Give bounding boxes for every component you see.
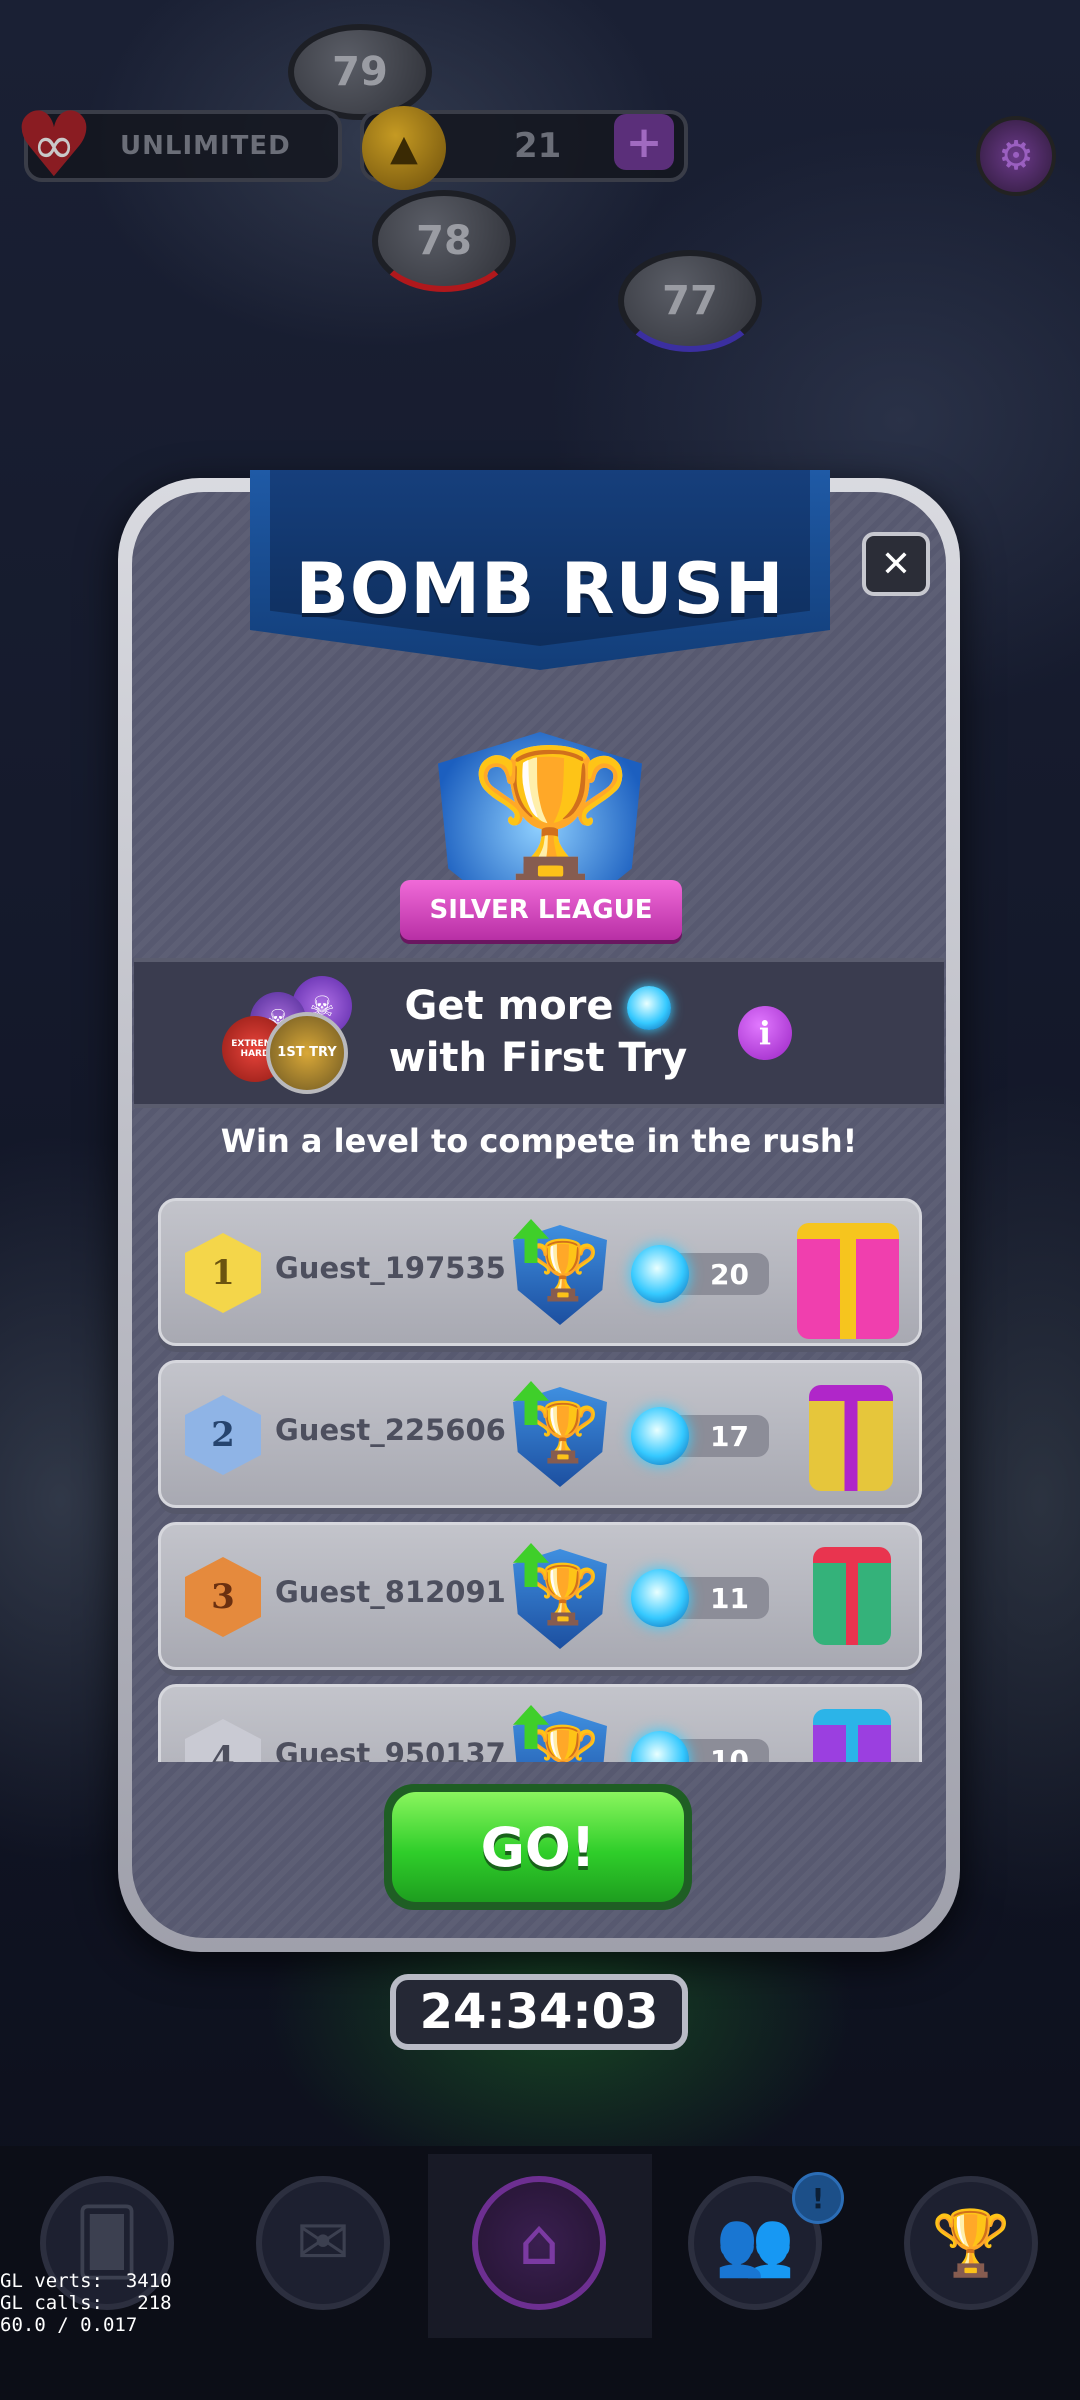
silver-trophy-icon: 🏆 — [470, 739, 632, 891]
heart-icon: ♥ ∞ — [0, 101, 108, 191]
leaderboard[interactable]: 1 Guest_197535 🏆 20 2 Guest_225606 🏆 17 … — [158, 1198, 922, 1762]
event-timer: 24:34:03 — [390, 1974, 688, 2050]
blue-orb-icon — [627, 986, 672, 1030]
infinity-icon: ∞ — [32, 116, 76, 176]
leaderboard-row: 1 Guest_197535 🏆 20 — [158, 1198, 922, 1346]
close-button[interactable]: ✕ — [862, 532, 930, 596]
debug-line: GL verts: 3410 — [0, 2270, 172, 2292]
level-node-78[interactable]: 78 — [372, 190, 516, 292]
lives-label: UNLIMITED — [120, 131, 291, 161]
leaderboard-row: 2 Guest_225606 🏆 17 — [158, 1360, 922, 1508]
rank-badge: 3 — [185, 1557, 261, 1637]
rank-badge: 1 — [185, 1233, 261, 1313]
rank-badge: 2 — [185, 1395, 261, 1475]
badge-cluster: ☠ ☠ EXTREME HARD 1ST TRY — [222, 976, 352, 1094]
gift-icon — [813, 1709, 891, 1762]
blue-orb-icon — [631, 1245, 689, 1303]
coin-icon: ▲ — [362, 106, 446, 190]
player-name: Guest_812091 — [275, 1575, 506, 1609]
first-try-text: Get more with First Try — [378, 980, 698, 1084]
debug-line: 60.0 / 0.017 — [0, 2314, 138, 2336]
go-button-label: GO! — [392, 1792, 684, 1902]
league-ribbon: SILVER LEAGUE — [400, 880, 682, 940]
dialog-subtitle: Win a level to compete in the rush! — [220, 1122, 858, 1160]
info-button[interactable]: i — [738, 1006, 792, 1060]
nav-home-icon[interactable]: ⌂ — [472, 2176, 606, 2310]
gold-cup-icon: 🏆 — [527, 1722, 600, 1762]
go-button[interactable]: GO! — [384, 1784, 692, 1910]
first-try-badge-icon: 1ST TRY — [266, 1012, 348, 1094]
nav-trophy-icon[interactable]: 🏆 — [904, 2176, 1038, 2310]
gold-cup-icon: 🏆 — [527, 1398, 600, 1466]
blue-orb-icon — [631, 1569, 689, 1627]
notification-badge: ! — [792, 2172, 844, 2224]
level-node-77[interactable]: 77 — [618, 250, 762, 352]
first-try-line-1: Get more — [378, 980, 698, 1032]
debug-line: GL calls: 218 — [0, 2292, 172, 2314]
debug-overlay: GL verts: 3410 GL calls: 218 60.0 / 0.017 — [0, 2270, 172, 2336]
nav-mail-icon[interactable]: ✉ — [256, 2176, 390, 2310]
first-try-badge-text: 1ST TRY — [277, 1045, 337, 1060]
gift-icon — [813, 1547, 891, 1645]
gold-cup-icon: 🏆 — [527, 1560, 600, 1628]
add-coins-button[interactable]: + — [614, 114, 674, 170]
leaderboard-row: 4 Guest_950137 🏆 10 — [158, 1684, 922, 1762]
blue-orb-icon — [631, 1731, 689, 1762]
gold-cup-icon: 🏆 — [527, 1236, 600, 1304]
rank-badge: 4 — [185, 1719, 261, 1762]
gift-icon — [809, 1385, 893, 1491]
coin-amount: 21 — [514, 126, 562, 166]
player-name: Guest_225606 — [275, 1413, 506, 1447]
settings-gear-icon[interactable]: ⚙ — [976, 116, 1056, 196]
leaderboard-row: 3 Guest_812091 🏆 11 — [158, 1522, 922, 1670]
gift-icon — [797, 1223, 899, 1339]
first-try-line-2: with First Try — [388, 1035, 688, 1081]
blue-orb-icon — [631, 1407, 689, 1465]
player-name: Guest_197535 — [275, 1251, 506, 1285]
dialog-title: BOMB RUSH — [295, 548, 785, 630]
player-name: Guest_950137 — [275, 1737, 506, 1762]
